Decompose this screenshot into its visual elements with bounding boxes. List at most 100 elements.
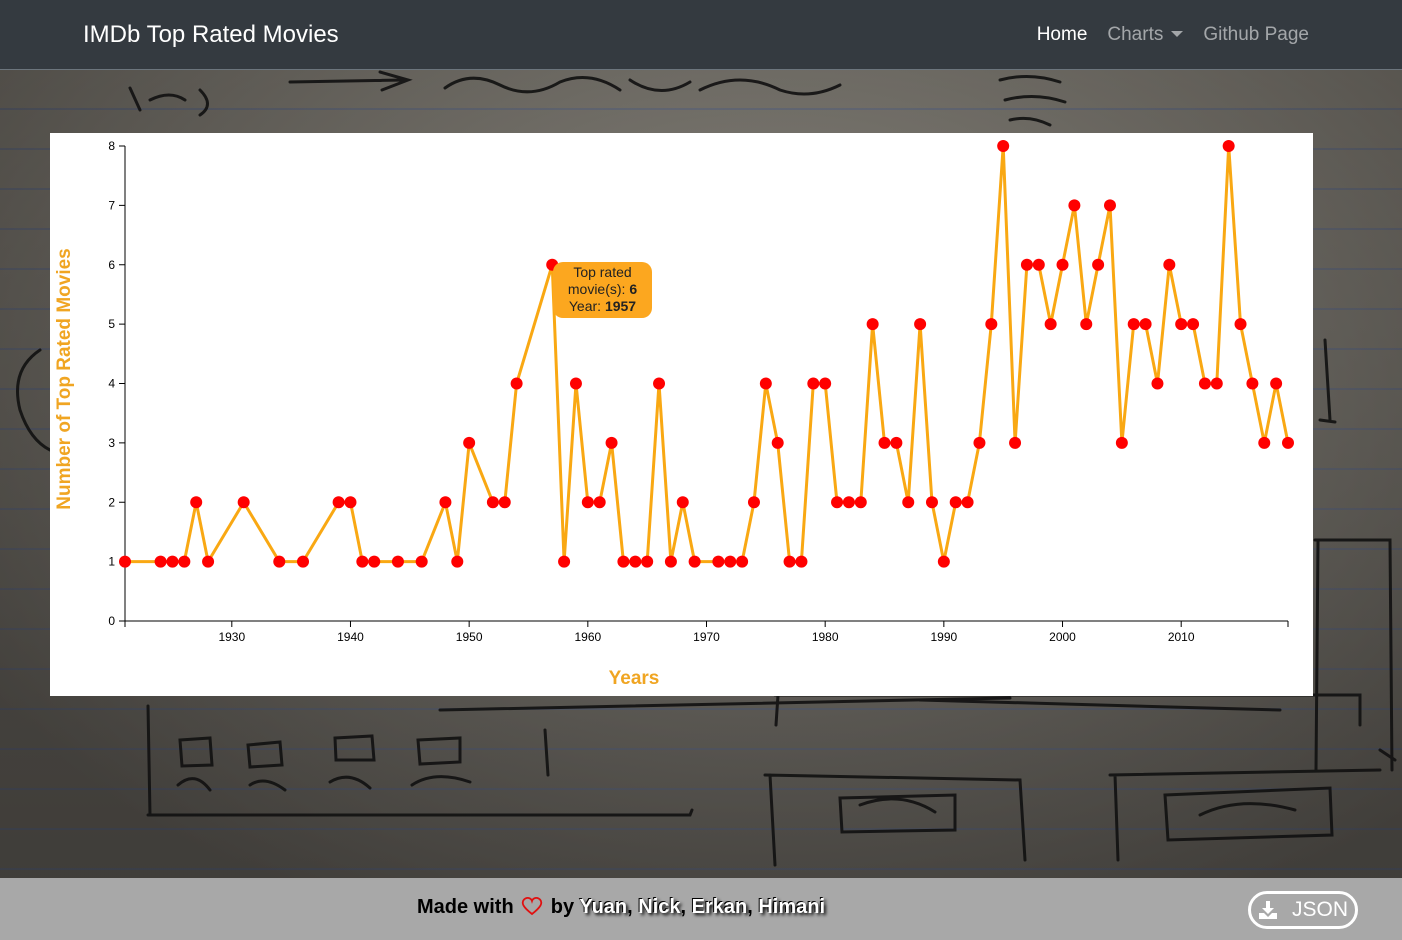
data-point[interactable] <box>819 377 832 390</box>
data-point[interactable] <box>688 555 701 568</box>
data-point[interactable] <box>641 555 654 568</box>
y-tick-label: 5 <box>108 317 115 331</box>
data-point[interactable] <box>332 496 345 509</box>
data-point[interactable] <box>1032 258 1045 271</box>
data-point[interactable] <box>356 555 369 568</box>
tooltip-count-label: movie(s): <box>567 281 630 297</box>
data-point[interactable] <box>1246 377 1259 390</box>
data-point[interactable] <box>617 555 630 568</box>
data-point[interactable] <box>569 377 582 390</box>
nav-links: Home Charts Github Page <box>1037 24 1309 46</box>
data-point[interactable] <box>451 555 464 568</box>
data-point[interactable] <box>831 496 844 509</box>
data-point[interactable] <box>486 496 499 509</box>
data-point[interactable] <box>1187 318 1200 331</box>
data-point[interactable] <box>1020 258 1033 271</box>
data-point[interactable] <box>653 377 666 390</box>
data-point[interactable] <box>190 496 203 509</box>
author-link[interactable]: Himani <box>758 896 825 918</box>
data-point[interactable] <box>890 436 903 449</box>
data-point[interactable] <box>1163 258 1176 271</box>
data-point[interactable] <box>1151 377 1164 390</box>
data-point[interactable] <box>914 318 927 331</box>
data-point[interactable] <box>759 377 772 390</box>
data-point[interactable] <box>736 555 749 568</box>
data-point[interactable] <box>937 555 950 568</box>
data-point[interactable] <box>807 377 820 390</box>
data-point[interactable] <box>712 555 725 568</box>
x-axis-title: Years <box>609 668 660 689</box>
data-point[interactable] <box>1009 436 1022 449</box>
data-point[interactable] <box>771 436 784 449</box>
data-point[interactable] <box>973 436 986 449</box>
data-point[interactable] <box>178 555 191 568</box>
data-point[interactable] <box>237 496 250 509</box>
data-point[interactable] <box>605 436 618 449</box>
data-point[interactable] <box>498 496 511 509</box>
data-point[interactable] <box>1068 199 1081 212</box>
data-point[interactable] <box>558 555 571 568</box>
data-point[interactable] <box>866 318 879 331</box>
data-point[interactable] <box>949 496 962 509</box>
data-point[interactable] <box>724 555 737 568</box>
brand-title[interactable]: IMDb Top Rated Movies <box>83 21 339 49</box>
data-point[interactable] <box>1103 199 1116 212</box>
data-point[interactable] <box>854 496 867 509</box>
nav-home-link[interactable]: Home <box>1037 24 1088 46</box>
data-point[interactable] <box>997 140 1010 152</box>
data-point[interactable] <box>1234 318 1247 331</box>
author-link[interactable]: Nick <box>638 896 680 918</box>
data-point[interactable] <box>902 496 915 509</box>
y-tick-label: 1 <box>108 555 115 569</box>
data-point[interactable] <box>368 555 381 568</box>
data-point[interactable] <box>1210 377 1223 390</box>
data-point[interactable] <box>925 496 938 509</box>
data-point[interactable] <box>1175 318 1188 331</box>
author-link[interactable]: Yuan <box>579 896 627 918</box>
data-point[interactable] <box>1139 318 1152 331</box>
data-point[interactable] <box>391 555 404 568</box>
data-point[interactable] <box>878 436 891 449</box>
data-point[interactable] <box>510 377 523 390</box>
data-point[interactable] <box>1198 377 1211 390</box>
data-point[interactable] <box>166 555 179 568</box>
data-point[interactable] <box>664 555 677 568</box>
data-point[interactable] <box>985 318 998 331</box>
x-tick-label: 1990 <box>930 630 957 644</box>
data-point[interactable] <box>593 496 606 509</box>
data-point[interactable] <box>1044 318 1057 331</box>
author-link[interactable]: Erkan <box>692 896 748 918</box>
data-point[interactable] <box>439 496 452 509</box>
data-point[interactable] <box>1115 436 1128 449</box>
data-point[interactable] <box>1222 140 1235 152</box>
data-point[interactable] <box>1127 318 1140 331</box>
nav-github-link[interactable]: Github Page <box>1203 24 1309 46</box>
data-point[interactable] <box>795 555 808 568</box>
data-point[interactable] <box>629 555 642 568</box>
data-point[interactable] <box>842 496 855 509</box>
data-point[interactable] <box>1092 258 1105 271</box>
footer: Made with by Yuan, Nick, Erkan, Himani J… <box>0 878 1402 940</box>
data-point[interactable] <box>415 555 428 568</box>
data-point[interactable] <box>676 496 689 509</box>
data-point[interactable] <box>1282 436 1294 449</box>
data-point[interactable] <box>1080 318 1093 331</box>
data-point[interactable] <box>273 555 286 568</box>
data-point[interactable] <box>463 436 476 449</box>
json-download-button[interactable]: JSON <box>1248 891 1358 929</box>
data-point[interactable] <box>202 555 215 568</box>
data-point[interactable] <box>1258 436 1271 449</box>
data-point[interactable] <box>747 496 760 509</box>
data-point[interactable] <box>581 496 594 509</box>
data-point[interactable] <box>1270 377 1283 390</box>
data-point[interactable] <box>297 555 310 568</box>
data-point[interactable] <box>344 496 357 509</box>
chart-card: 0 1 2 3 4 5 6 7 8 1930 1940 1950 1960 1970 1980 1990 200… <box>50 133 1313 696</box>
data-point[interactable] <box>783 555 796 568</box>
data-point[interactable] <box>119 555 131 568</box>
y-tick-label: 2 <box>108 495 115 509</box>
nav-charts-dropdown[interactable]: Charts <box>1107 24 1184 46</box>
data-point[interactable] <box>961 496 974 509</box>
data-point[interactable] <box>1056 258 1069 271</box>
data-point[interactable] <box>154 555 167 568</box>
